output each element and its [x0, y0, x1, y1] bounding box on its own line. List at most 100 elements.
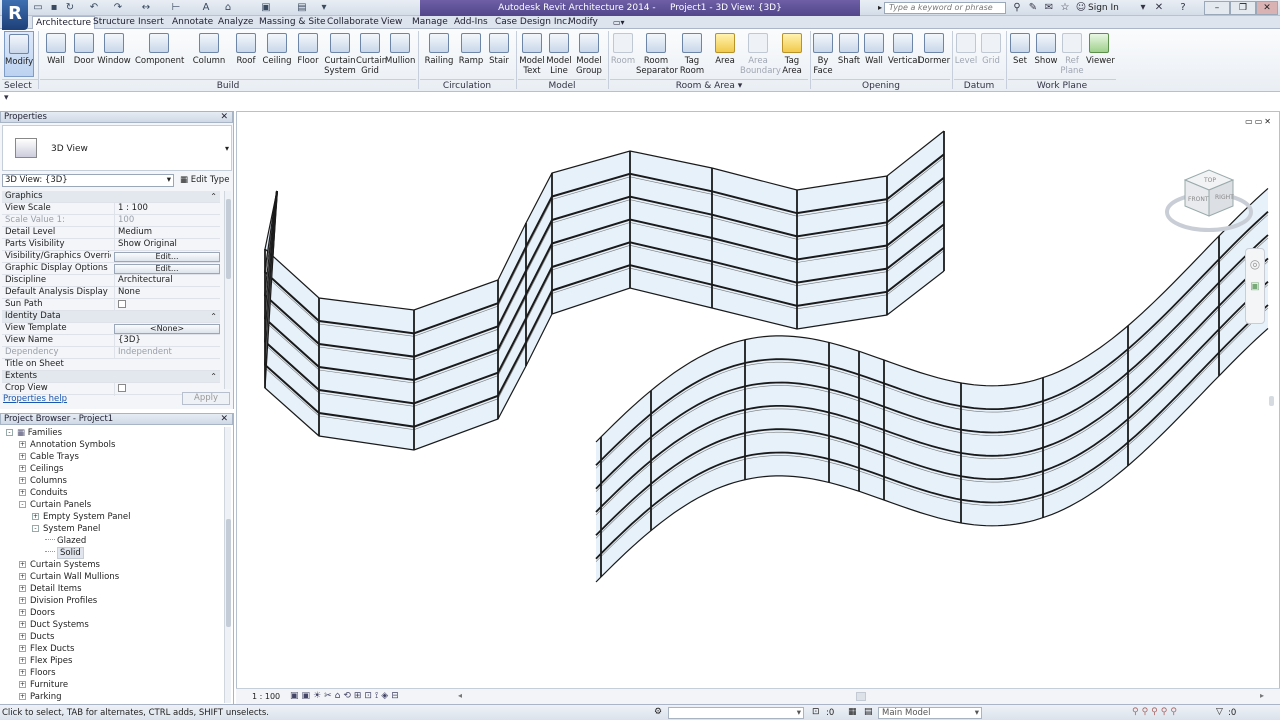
- sign-in-button[interactable]: Sign In: [1088, 1, 1119, 15]
- panel-room-area[interactable]: Room & Area ▾: [610, 79, 808, 91]
- type-selector[interactable]: 3D View ▾: [2, 125, 232, 171]
- close-icon[interactable]: ✕: [220, 414, 228, 424]
- property-row[interactable]: Sun Path: [2, 299, 220, 312]
- close-button[interactable]: ✕: [1256, 1, 1278, 15]
- browser-item[interactable]: + Flex Pipes: [19, 655, 72, 667]
- property-row[interactable]: Title on Sheet: [2, 359, 220, 371]
- wall-button[interactable]: Wall: [42, 31, 70, 77]
- expand-icon[interactable]: +: [19, 585, 26, 592]
- favorites-icon[interactable]: ☆: [1058, 1, 1072, 15]
- tab-architecture[interactable]: Architecture: [32, 16, 96, 29]
- properties-help-link[interactable]: Properties help: [3, 394, 67, 404]
- modify-button[interactable]: Modify: [4, 31, 34, 77]
- tab-annotate[interactable]: Annotate: [169, 16, 216, 29]
- viewcube[interactable]: TOP FRONT RIGHT: [1163, 168, 1255, 246]
- model-line-button[interactable]: Model Line: [546, 31, 572, 77]
- collapse-icon[interactable]: -: [19, 501, 26, 508]
- property-row[interactable]: View Template <None>: [2, 323, 220, 335]
- browser-item[interactable]: + Empty System Panel: [32, 511, 130, 523]
- property-value[interactable]: Architectural: [114, 275, 220, 286]
- tab-case-design[interactable]: Case Design Inc.: [492, 16, 573, 29]
- dormer-button[interactable]: Dormer: [918, 31, 950, 77]
- ref-plane-button[interactable]: Ref Plane: [1060, 31, 1084, 77]
- property-row[interactable]: Discipline Architectural: [2, 275, 220, 287]
- view-control-icons[interactable]: ▣▣☀✂⌂⟲⊞⊡⟟◈⊟: [290, 691, 402, 701]
- tab-collaborate[interactable]: Collaborate: [324, 16, 382, 29]
- browser-item[interactable]: + Division Profiles: [19, 595, 97, 607]
- application-menu-button[interactable]: R: [2, 0, 28, 30]
- expand-icon[interactable]: +: [19, 453, 26, 460]
- collapse-icon[interactable]: -: [6, 429, 13, 436]
- properties-scrollbar[interactable]: [224, 191, 231, 389]
- browser-item[interactable]: - System Panel: [32, 523, 100, 535]
- tab-manage[interactable]: Manage: [409, 16, 451, 29]
- scroll-right-icon[interactable]: ▸: [1260, 691, 1264, 700]
- qat-menu-icon[interactable]: ▾: [318, 2, 330, 13]
- close-icon[interactable]: ✕: [220, 112, 228, 122]
- expand-icon[interactable]: +: [19, 621, 26, 628]
- component-button[interactable]: Component: [135, 31, 184, 77]
- property-group[interactable]: Graphics ⌃: [2, 191, 220, 203]
- property-row[interactable]: Dependency Independent: [2, 347, 220, 359]
- edit-type-button[interactable]: ▦ Edit Type: [180, 174, 232, 187]
- door-button[interactable]: Door: [70, 31, 98, 77]
- browser-item[interactable]: Glazed: [45, 535, 86, 547]
- expand-icon[interactable]: +: [19, 573, 26, 580]
- area-button[interactable]: Area: [710, 31, 740, 77]
- minimize-button[interactable]: –: [1204, 1, 1230, 15]
- browser-item[interactable]: + Ducts: [19, 631, 54, 643]
- opening-wall-button[interactable]: Wall: [862, 31, 886, 77]
- browser-item[interactable]: + Flex Ducts: [19, 643, 74, 655]
- worksets-icon[interactable]: ⚙: [654, 707, 662, 717]
- 3d-viewport[interactable]: ▭▭✕ TOP FRONT RIGHT ◎ ▣: [236, 111, 1280, 704]
- column-button[interactable]: Column: [192, 31, 226, 77]
- browser-item[interactable]: + Doors: [19, 607, 55, 619]
- property-row[interactable]: Graphic Display Options Edit...: [2, 263, 220, 275]
- subscription-icon[interactable]: ✎: [1026, 1, 1040, 15]
- window-button[interactable]: Window: [97, 31, 131, 77]
- switch-windows-icon[interactable]: ▤: [296, 2, 308, 13]
- browser-item[interactable]: - Curtain Panels: [19, 499, 91, 511]
- steering-wheel-icon[interactable]: ◎: [1246, 257, 1264, 271]
- area-boundary-button[interactable]: Area Boundary: [740, 31, 781, 77]
- collapse-icon[interactable]: -: [32, 525, 39, 532]
- floor-button[interactable]: Floor: [294, 31, 322, 77]
- redo-icon[interactable]: ↷: [112, 2, 124, 13]
- browser-item[interactable]: + Duct Systems: [19, 619, 89, 631]
- tag-room-button[interactable]: Tag Room: [678, 31, 706, 77]
- expand-icon[interactable]: +: [32, 513, 39, 520]
- close-views-icon[interactable]: ▣: [260, 2, 272, 13]
- collapse-icon[interactable]: ⌃: [210, 191, 217, 202]
- expand-icon[interactable]: +: [19, 645, 26, 652]
- help-icon[interactable]: ?: [1176, 1, 1190, 15]
- viewer-button[interactable]: Viewer: [1086, 31, 1115, 77]
- expand-icon[interactable]: +: [19, 597, 26, 604]
- selection-mode-icons[interactable]: ⚲⚲⚲⚲⚲: [1132, 707, 1180, 717]
- search-input[interactable]: Type a keyword or phrase: [884, 2, 1006, 14]
- browser-item[interactable]: + Annotation Symbols: [19, 439, 115, 451]
- property-value[interactable]: {3D}: [114, 335, 220, 346]
- property-value[interactable]: Medium: [114, 227, 220, 238]
- property-row[interactable]: Detail Level Medium: [2, 227, 220, 239]
- tab-structure[interactable]: Structure: [90, 16, 138, 29]
- property-group[interactable]: Extents ⌃: [2, 371, 220, 383]
- browser-scrollbar[interactable]: [224, 427, 231, 703]
- ramp-button[interactable]: Ramp: [457, 31, 485, 77]
- property-row[interactable]: Default Analysis Display S...None: [2, 287, 220, 299]
- filter-selection-icon[interactable]: ▽: [1216, 707, 1223, 717]
- vertical-button[interactable]: Vertical: [888, 31, 920, 77]
- browser-item[interactable]: + Curtain Wall Mullions: [19, 571, 119, 583]
- tab-add-ins[interactable]: Add-Ins: [451, 16, 491, 29]
- expand-icon[interactable]: +: [19, 657, 26, 664]
- property-row[interactable]: Parts Visibility Show Original: [2, 239, 220, 251]
- instance-selector[interactable]: 3D View: {3D} ▾: [2, 174, 174, 187]
- grid-button[interactable]: Grid: [980, 31, 1002, 77]
- expand-icon[interactable]: +: [19, 441, 26, 448]
- stair-button[interactable]: Stair: [486, 31, 512, 77]
- tab-insert[interactable]: Insert: [135, 16, 167, 29]
- property-group[interactable]: Identity Data ⌃: [2, 311, 220, 323]
- text-icon[interactable]: A: [200, 2, 212, 13]
- expand-icon[interactable]: +: [19, 465, 26, 472]
- model-text-button[interactable]: Model Text: [519, 31, 545, 77]
- filter-icon[interactable]: ⊡: [812, 707, 820, 717]
